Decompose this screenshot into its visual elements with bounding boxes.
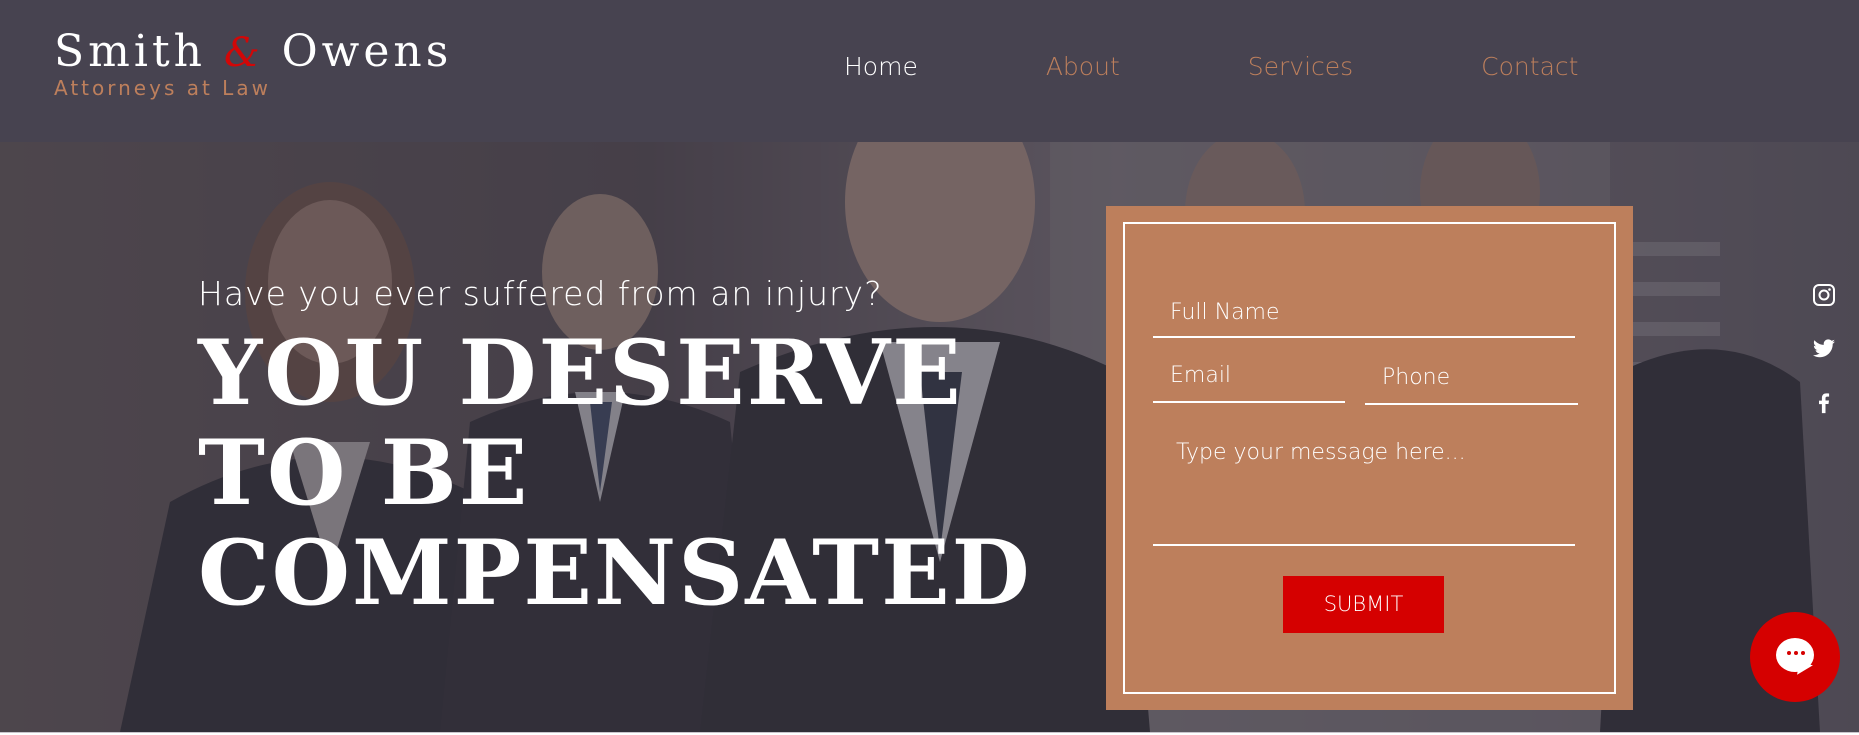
logo-tagline: Attorneys at Law xyxy=(54,76,271,100)
logo-name-part1: Smith xyxy=(54,26,206,77)
hero-section: Have you ever suffered from an injury? Y… xyxy=(0,142,1859,732)
page: Smith & Owens Attorneys at Law Home Abou… xyxy=(0,0,1859,735)
email-placeholder: Email xyxy=(1170,363,1232,388)
contact-form: Full Name Email Phone Type your message … xyxy=(1106,206,1633,710)
full-name-input[interactable]: Full Name xyxy=(1153,300,1575,338)
nav-item-about[interactable]: About xyxy=(1046,52,1120,81)
nav-item-home[interactable]: Home xyxy=(844,52,918,81)
hero-headline-line-1: YOU DESERVE xyxy=(198,320,963,426)
instagram-icon[interactable] xyxy=(1812,283,1836,307)
full-name-placeholder: Full Name xyxy=(1170,300,1280,325)
hero-headline: YOU DESERVE TO BE COMPENSATED xyxy=(198,323,1032,623)
twitter-icon[interactable] xyxy=(1812,337,1836,361)
hero-text: Have you ever suffered from an injury? Y… xyxy=(198,274,1032,623)
hero-headline-line-3: COMPENSATED xyxy=(198,520,1032,626)
phone-input[interactable]: Phone xyxy=(1365,365,1578,405)
nav-item-contact[interactable]: Contact xyxy=(1481,52,1578,81)
social-bar xyxy=(1812,283,1836,445)
message-textarea[interactable]: Type your message here... xyxy=(1153,440,1575,546)
hero-headline-line-2: TO BE xyxy=(198,420,530,526)
email-input[interactable]: Email xyxy=(1153,363,1345,403)
logo-name: Smith & Owens xyxy=(54,30,452,74)
chat-button[interactable] xyxy=(1750,612,1840,702)
phone-placeholder: Phone xyxy=(1382,365,1451,390)
hero-question: Have you ever suffered from an injury? xyxy=(198,274,883,313)
nav-item-services[interactable]: Services xyxy=(1248,52,1353,81)
submit-button[interactable]: SUBMIT xyxy=(1283,576,1444,633)
main-nav: Home About Services Contact xyxy=(844,52,1578,81)
logo-ampersand: & xyxy=(223,30,264,76)
facebook-icon[interactable] xyxy=(1812,391,1836,415)
site-header: Smith & Owens Attorneys at Law Home Abou… xyxy=(0,0,1859,142)
logo-name-part2: Owens xyxy=(281,26,453,77)
message-placeholder: Type your message here... xyxy=(1176,440,1466,465)
logo[interactable]: Smith & Owens Attorneys at Law xyxy=(54,30,452,101)
